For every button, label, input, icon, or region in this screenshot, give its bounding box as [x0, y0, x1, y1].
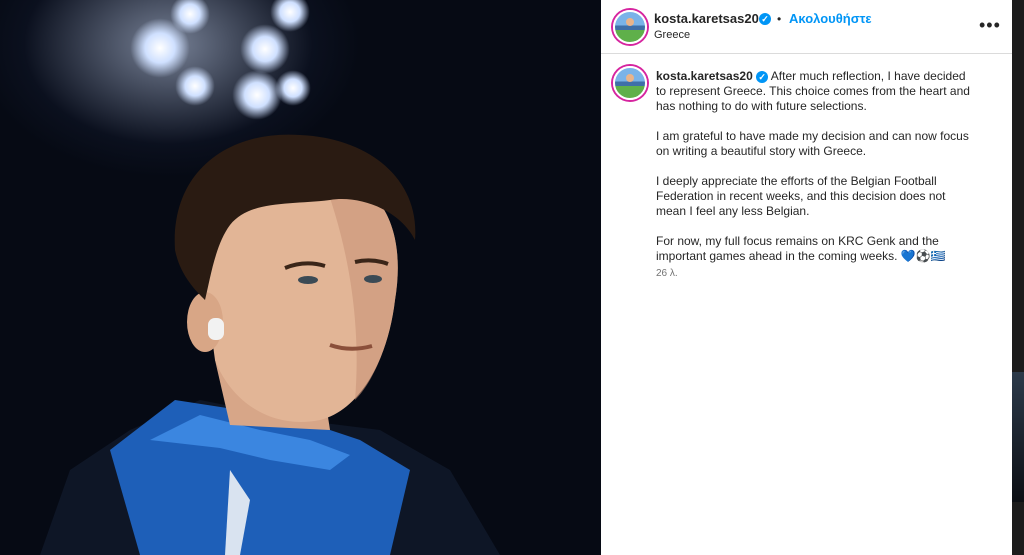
background-page-strip	[1012, 0, 1024, 555]
avatar[interactable]	[613, 10, 647, 44]
post-header: kosta.karetsas20 ✓ • Ακολουθήστε Greece …	[601, 0, 1012, 54]
caption-paragraph-1: kosta.karetsas20 ✓ After much reflection…	[656, 69, 976, 114]
location-link[interactable]: Greece	[654, 29, 690, 41]
player-illustration	[40, 134, 500, 555]
caption-username[interactable]: kosta.karetsas20	[656, 69, 753, 83]
caption-paragraph-3: I deeply appreciate the efforts of the B…	[656, 174, 946, 218]
post-details-panel: kosta.karetsas20 ✓ • Ακολουθήστε Greece …	[601, 0, 1012, 555]
header-username[interactable]: kosta.karetsas20	[654, 11, 759, 26]
separator-dot: •	[777, 12, 782, 26]
verified-badge-icon: ✓	[759, 13, 771, 25]
more-options-icon[interactable]: •••	[979, 16, 1001, 34]
caption: kosta.karetsas20 ✓ After much reflection…	[656, 69, 976, 279]
post-photo[interactable]	[0, 0, 601, 555]
caption-paragraph-2: I am grateful to have made my decision a…	[656, 129, 969, 158]
caption-paragraph-4: For now, my full focus remains on KRC Ge…	[656, 234, 946, 263]
caption-avatar[interactable]	[613, 66, 647, 100]
follow-button[interactable]: Ακολουθήστε	[789, 11, 872, 26]
background-thumbnail	[1012, 372, 1024, 502]
post-timestamp[interactable]: 26 λ.	[656, 268, 678, 279]
verified-badge-icon: ✓	[756, 71, 769, 83]
